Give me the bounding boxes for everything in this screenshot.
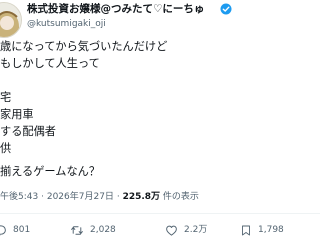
reply-count: 801 — [13, 225, 31, 235]
views-count: 225.8万 — [122, 192, 161, 202]
bookmark-icon — [242, 225, 250, 235]
like-count: 2.2万 — [184, 225, 208, 235]
avatar[interactable] — [0, 2, 22, 38]
body-line: 宅 — [0, 91, 12, 104]
body-line: 供 — [0, 142, 12, 155]
bookmark-count: 1,798 — [258, 225, 284, 235]
tweet: 株式投資お嬢様@つみたて♡にーちゅ @kutsumigaki_oji 歳になって… — [0, 0, 320, 242]
repost-count: 2,028 — [90, 225, 116, 235]
avatar-image — [0, 3, 21, 37]
post-date[interactable]: 2026年7月27日 — [47, 192, 114, 202]
body-line: もしかして人生って — [0, 57, 100, 70]
verified-badge-icon — [220, 3, 232, 15]
like-button[interactable]: 2.2万 — [165, 223, 207, 237]
author-name[interactable]: 株式投資お嬢様@つみたて♡にーちゅ — [27, 2, 204, 16]
post-time[interactable]: 午後5:43 — [0, 192, 38, 202]
body-line: 家用車 — [0, 108, 34, 121]
body-line: 歳になってから気づいたんだけど — [0, 40, 168, 53]
reply-icon — [0, 224, 6, 236]
meta-separator: · — [41, 192, 44, 202]
meta-separator: · — [116, 192, 120, 202]
repost-button[interactable]: 2,028 — [70, 223, 116, 237]
author-handle[interactable]: @kutsumigaki_oji — [27, 18, 106, 30]
tweet-meta: 午後5:43 · 2026年7月27日 · 225.8万 件の表示 — [0, 191, 199, 203]
divider — [0, 213, 320, 214]
bookmark-button[interactable]: 1,798 — [240, 223, 284, 237]
repost-icon — [71, 225, 83, 235]
views-label: 件の表示 — [162, 192, 199, 202]
reply-button[interactable]: 801 — [0, 223, 30, 237]
heart-icon — [166, 225, 177, 236]
body-line: 揃えるゲームなん？ — [0, 165, 101, 178]
body-line: する配偶者 — [0, 125, 56, 138]
